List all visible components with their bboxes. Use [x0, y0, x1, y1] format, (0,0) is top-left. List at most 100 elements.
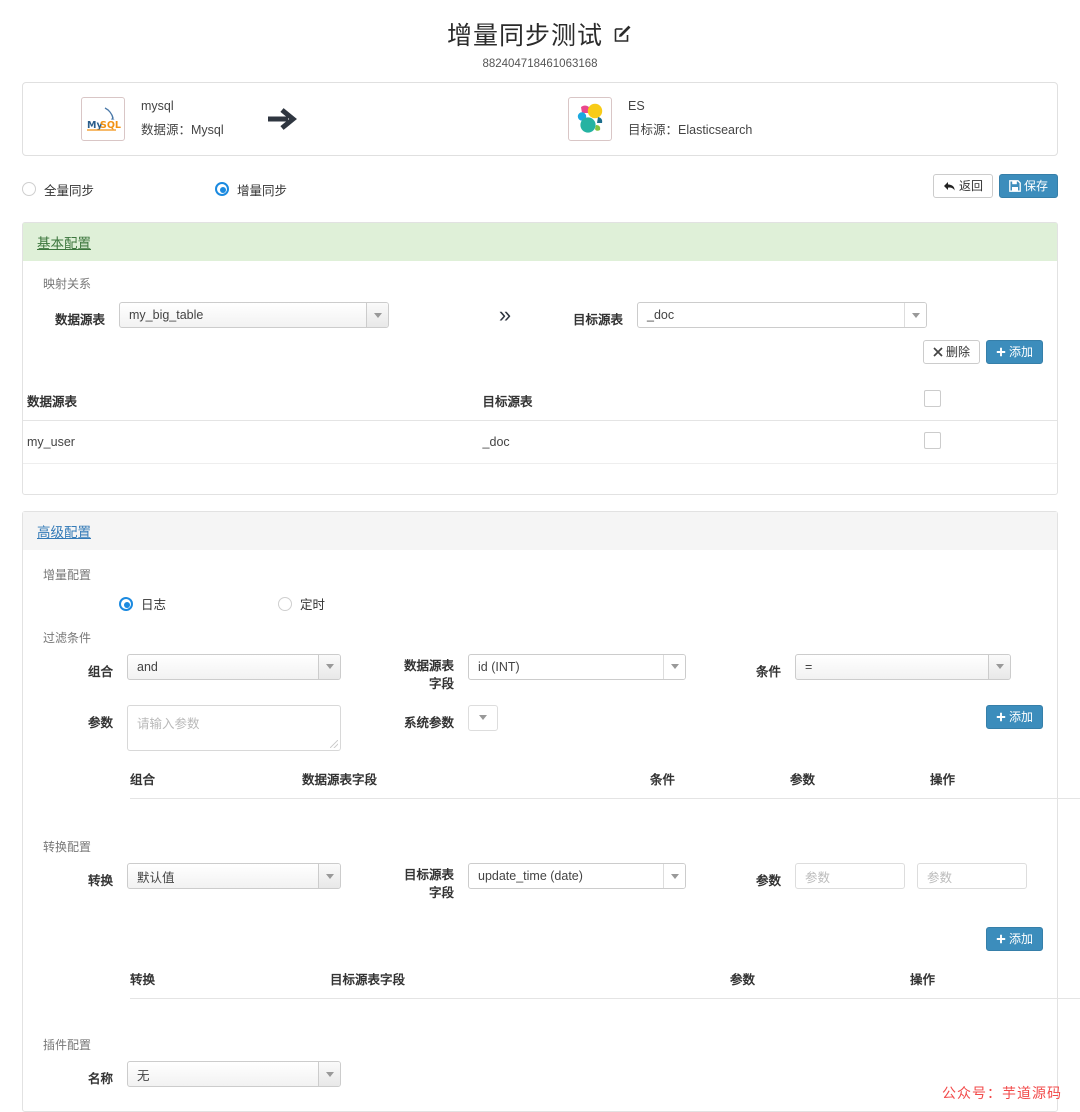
incremental-config-label: 增量配置 [43, 566, 1043, 583]
select-all-checkbox[interactable] [924, 390, 941, 407]
back-button-label: 返回 [959, 180, 983, 192]
filter-table-empty-row [130, 798, 1080, 816]
col-transform-action: 操作 [910, 959, 1080, 999]
filter-condition-select[interactable]: = [795, 654, 1011, 680]
plus-icon [996, 934, 1006, 944]
transform-select[interactable]: 默认值 [127, 863, 341, 889]
mapping-relation-label: 映射关系 [43, 275, 1043, 292]
save-button[interactable]: 保存 [999, 174, 1058, 198]
transform-config-label: 转换配置 [43, 838, 1043, 855]
target-table-label: 目标源表 [553, 302, 623, 328]
chevron-down-icon [366, 303, 388, 327]
transform-param2-input[interactable]: 参数 [917, 863, 1027, 889]
floppy-save-icon [1009, 180, 1021, 192]
filter-param-label: 参数 [37, 705, 113, 731]
edit-pencil-icon[interactable] [613, 24, 633, 44]
source-name: mysql [141, 95, 224, 119]
filter-condition-value: = [805, 660, 812, 674]
filter-add-button[interactable]: 添加 [986, 705, 1043, 729]
target-name: ES [628, 95, 752, 119]
col-filter-param: 参数 [790, 759, 930, 799]
table-header-row: 组合 数据源表字段 条件 参数 操作 [130, 759, 1080, 799]
cell-source-table: my_user [23, 421, 483, 464]
radio-circle-icon [278, 597, 292, 611]
mapping-row: 数据源表 my_big_table » 目标源表 _d [37, 302, 1043, 328]
transform-field-select[interactable]: update_time (date) [468, 863, 686, 889]
transform-row-actions: 添加 [37, 927, 1043, 951]
transform-param1-input[interactable]: 参数 [795, 863, 905, 889]
source-table-select[interactable]: my_big_table [119, 302, 389, 328]
system-param-select[interactable] [468, 705, 498, 731]
mapping-add-label: 添加 [1009, 346, 1033, 358]
job-id: 882404718461063168 [0, 58, 1080, 70]
transform-param-label: 参数 [737, 863, 781, 889]
transform-field-label: 目标源表 字段 [382, 863, 454, 902]
advanced-config-card: 高级配置 增量配置 日志 定时 过滤条件 组合 [22, 511, 1058, 1112]
col-transform: 转换 [130, 959, 330, 999]
filter-condition-label: 过滤条件 [43, 629, 1043, 646]
table-row: my_user _doc [23, 421, 1057, 464]
mapping-delete-label: 删除 [946, 346, 970, 358]
transform-add-label: 添加 [1009, 933, 1033, 945]
filter-combine-value: and [137, 660, 158, 674]
row-checkbox[interactable] [924, 432, 941, 449]
chevron-down-icon [663, 864, 685, 888]
radio-timer-mode[interactable]: 定时 [278, 594, 325, 613]
cell-select [924, 421, 1057, 464]
plugin-config-label: 插件配置 [43, 1036, 1043, 1053]
mysql-logo: My SQL [81, 97, 125, 141]
plus-icon [996, 347, 1006, 357]
back-button[interactable]: 返回 [933, 174, 993, 198]
target-table-select[interactable]: _doc [637, 302, 927, 328]
chevron-down-icon [318, 655, 340, 679]
arrow-right-icon [262, 99, 302, 139]
radio-incremental-sync-label: 增量同步 [237, 180, 287, 199]
chevron-down-icon [988, 655, 1010, 679]
radio-log-mode[interactable]: 日志 [119, 594, 166, 613]
table-spacer-row [23, 464, 1057, 494]
elasticsearch-logo [568, 97, 612, 141]
transform-row-1: 转换 默认值 目标源表 字段 updat [37, 863, 1043, 902]
watermark: 公众号：芋道源码 [942, 1083, 1062, 1103]
transform-table: 转换 目标源表字段 参数 操作 [130, 959, 1080, 1017]
transform-field-value: update_time (date) [478, 869, 583, 883]
filter-combine-select[interactable]: and [127, 654, 341, 680]
col-source-table: 数据源表 [23, 380, 483, 421]
transform-add-button[interactable]: 添加 [986, 927, 1043, 951]
filter-field-select[interactable]: id (INT) [468, 654, 686, 680]
chevron-down-icon [663, 655, 685, 679]
transform-table-empty-row [130, 998, 1080, 1016]
filter-param-textarea[interactable]: 请输入参数 [127, 705, 341, 751]
page-root: 增量同步测试 882404718461063168 My SQL [0, 0, 1080, 1109]
col-filter-combine: 组合 [130, 759, 302, 799]
save-button-label: 保存 [1024, 180, 1048, 192]
mapping-delete-button[interactable]: 删除 [923, 340, 980, 364]
double-chevron-right-icon: » [499, 302, 511, 327]
radio-circle-icon [22, 182, 36, 196]
table-header-row: 转换 目标源表字段 参数 操作 [130, 959, 1080, 999]
advanced-config-header: 高级配置 [23, 512, 1057, 550]
page-header: 增量同步测试 882404718461063168 [0, 0, 1080, 70]
page-title: 增量同步测试 [447, 16, 603, 52]
chevron-down-icon [479, 715, 487, 720]
svg-text:SQL: SQL [100, 120, 121, 131]
advanced-config-header-label: 高级配置 [37, 525, 91, 540]
filter-field-value: id (INT) [478, 660, 520, 674]
mapping-table: 数据源表 目标源表 my_user _doc [23, 380, 1057, 494]
plugin-name-select[interactable]: 无 [127, 1061, 341, 1087]
plugin-row: 名称 无 [37, 1061, 1043, 1097]
mapping-add-button[interactable]: 添加 [986, 340, 1043, 364]
radio-full-sync[interactable]: 全量同步 [22, 180, 94, 199]
col-select [924, 380, 1057, 421]
radio-circle-icon [119, 597, 133, 611]
target-datasource: ES 目标源：Elasticsearch [540, 95, 1057, 143]
target-type: 目标源：Elasticsearch [628, 119, 752, 143]
filter-row-1: 组合 and 数据源表 字段 id (I [37, 654, 1043, 693]
radio-incremental-sync[interactable]: 增量同步 [215, 180, 287, 199]
cell-target-table: _doc [483, 421, 925, 464]
basic-config-header-label: 基本配置 [37, 236, 91, 251]
col-filter-action: 操作 [930, 759, 1080, 799]
filter-field-label: 数据源表 字段 [382, 654, 454, 693]
action-buttons: 返回 保存 [933, 174, 1058, 198]
basic-config-header: 基本配置 [23, 223, 1057, 261]
